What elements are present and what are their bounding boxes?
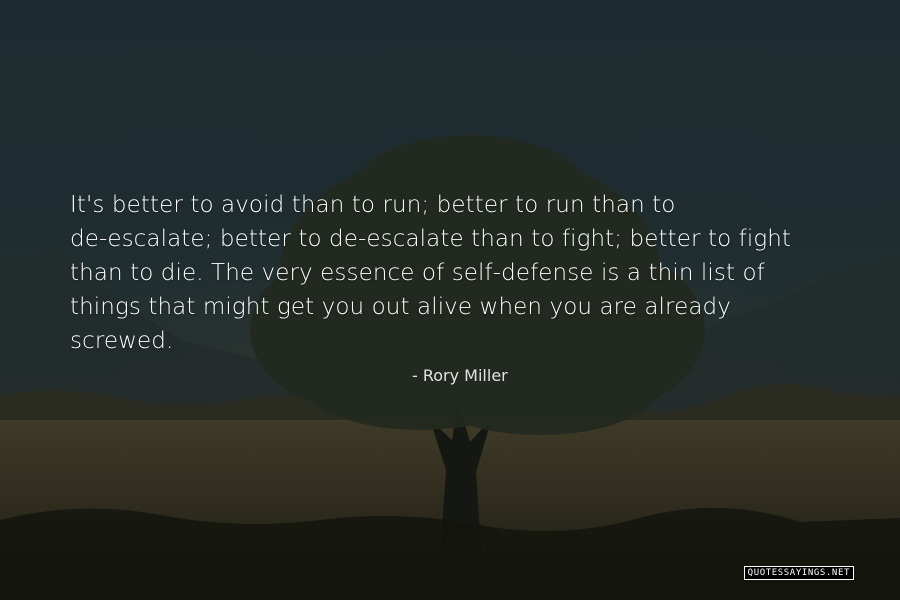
quote-image: It's better to avoid than to run; better… (0, 0, 900, 600)
quote-line: things that might get you out alive when… (70, 294, 731, 320)
quote-line: de-escalate; better to de-escalate than … (70, 226, 792, 252)
quote-line: It's better to avoid than to run; better… (70, 192, 676, 218)
quote-text: It's better to avoid than to run; better… (70, 188, 860, 358)
quote-line: than to die. The very essence of self-de… (70, 260, 765, 286)
site-watermark: QUOTESSAYINGS.NET (743, 566, 854, 580)
quote-block: It's better to avoid than to run; better… (70, 188, 860, 358)
quote-author: - Rory Miller (412, 366, 508, 385)
quote-line: screwed. (70, 328, 174, 354)
foreground-brush (0, 507, 900, 600)
